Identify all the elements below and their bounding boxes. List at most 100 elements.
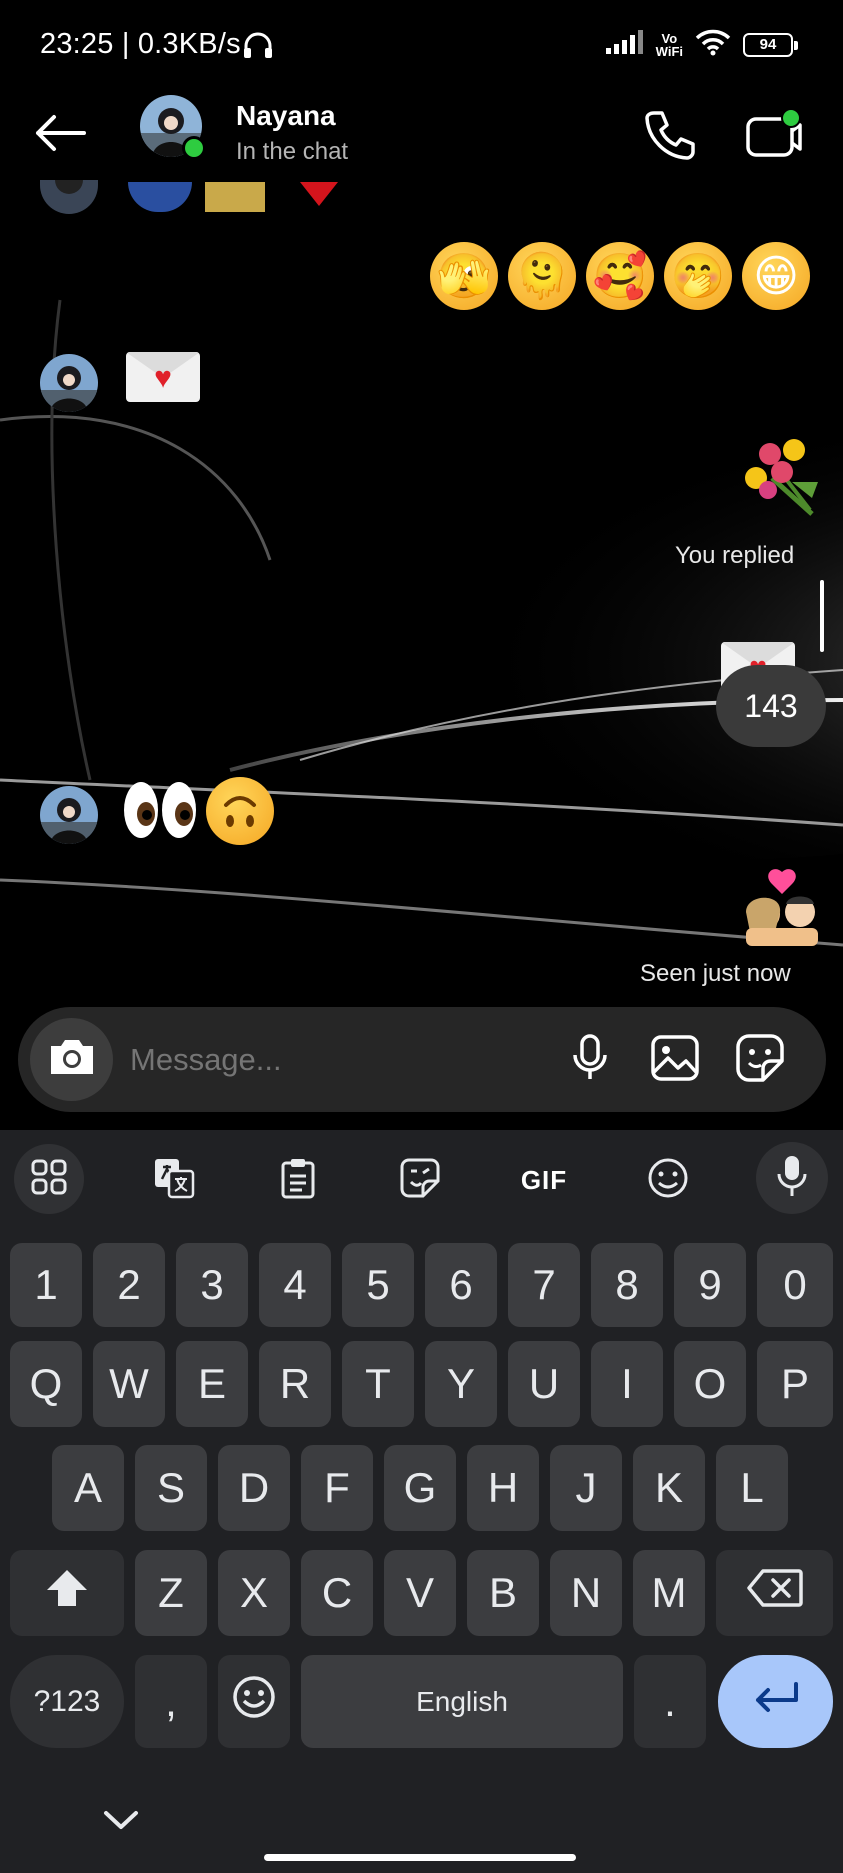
camera-button[interactable] bbox=[30, 1018, 113, 1101]
key-d[interactable]: D bbox=[218, 1445, 290, 1531]
key-5[interactable]: 5 bbox=[342, 1243, 414, 1327]
online-status-dot bbox=[182, 136, 206, 160]
backspace-icon bbox=[746, 1569, 803, 1617]
key-r[interactable]: R bbox=[259, 1341, 331, 1427]
key-z[interactable]: Z bbox=[135, 1550, 207, 1636]
key-b[interactable]: B bbox=[467, 1550, 539, 1636]
signal-icon bbox=[605, 30, 644, 59]
emoji-grinning: 😁 bbox=[742, 242, 810, 310]
emoji-key[interactable] bbox=[218, 1655, 290, 1748]
microphone-icon bbox=[776, 1154, 808, 1203]
key-n[interactable]: N bbox=[550, 1550, 622, 1636]
key-q[interactable]: Q bbox=[10, 1341, 82, 1427]
sent-kiss-message[interactable] bbox=[742, 868, 822, 946]
key-e[interactable]: E bbox=[176, 1341, 248, 1427]
space-key[interactable]: English bbox=[301, 1655, 623, 1748]
key-6[interactable]: 6 bbox=[425, 1243, 497, 1327]
hide-keyboard-button[interactable] bbox=[100, 1805, 142, 1835]
wifi-icon bbox=[695, 28, 731, 61]
key-s[interactable]: S bbox=[135, 1445, 207, 1531]
sticker-icon bbox=[735, 1033, 785, 1088]
enter-icon bbox=[752, 1678, 800, 1726]
status-bar: 23:25 | 0.3KB/s Vo WiFi 94 bbox=[0, 0, 843, 95]
voice-call-button[interactable] bbox=[640, 105, 700, 165]
key-k[interactable]: K bbox=[633, 1445, 705, 1531]
sticker-icon bbox=[399, 1157, 441, 1204]
enter-key[interactable] bbox=[718, 1655, 833, 1748]
key-c[interactable]: C bbox=[301, 1550, 373, 1636]
clipboard-button[interactable] bbox=[266, 1148, 330, 1212]
key-8[interactable]: 8 bbox=[591, 1243, 663, 1327]
emoji-smiling-hearts: 🥰 bbox=[586, 242, 654, 310]
emoji-face-peeking: 🫣 bbox=[430, 242, 498, 310]
key-7[interactable]: 7 bbox=[508, 1243, 580, 1327]
gif-button[interactable]: GIF bbox=[512, 1148, 576, 1212]
message-avatar bbox=[40, 786, 98, 844]
key-0[interactable]: 0 bbox=[757, 1243, 833, 1327]
gallery-button[interactable] bbox=[645, 1030, 705, 1090]
emoji-melting-face: 🫠 bbox=[508, 242, 576, 310]
cropped-emoji-scroll bbox=[205, 182, 265, 212]
grid-icon bbox=[31, 1159, 67, 1200]
emoji-eyes[interactable] bbox=[122, 778, 198, 842]
vowifi-icon: Vo WiFi bbox=[655, 30, 683, 59]
message-input[interactable] bbox=[130, 1040, 550, 1080]
video-call-button[interactable] bbox=[742, 105, 806, 165]
key-x[interactable]: X bbox=[218, 1550, 290, 1636]
key-a[interactable]: A bbox=[52, 1445, 124, 1531]
received-envelope-message[interactable]: ♥ bbox=[126, 352, 200, 402]
key-m[interactable]: M bbox=[633, 1550, 705, 1636]
back-arrow-icon bbox=[34, 113, 86, 158]
reply-label: You replied bbox=[675, 542, 795, 569]
key-u[interactable]: U bbox=[508, 1341, 580, 1427]
key-2[interactable]: 2 bbox=[93, 1243, 165, 1327]
translate-icon bbox=[153, 1157, 195, 1204]
phone-icon bbox=[640, 111, 700, 169]
emoji-button[interactable] bbox=[636, 1148, 700, 1212]
key-1[interactable]: 1 bbox=[10, 1243, 82, 1327]
period-key[interactable]: . bbox=[634, 1655, 706, 1748]
smiley-icon bbox=[647, 1157, 689, 1204]
gif-label: GIF bbox=[520, 1164, 568, 1195]
back-button[interactable] bbox=[30, 105, 90, 165]
symbols-key[interactable]: ?123 bbox=[10, 1655, 124, 1748]
shift-icon bbox=[45, 1568, 89, 1618]
shift-key[interactable] bbox=[10, 1550, 124, 1636]
key-l[interactable]: L bbox=[716, 1445, 788, 1531]
microphone-icon bbox=[570, 1033, 610, 1088]
sent-text-bubble[interactable]: 143 bbox=[716, 665, 826, 747]
heart-icon: ♥ bbox=[154, 361, 172, 395]
key-g[interactable]: G bbox=[384, 1445, 456, 1531]
key-p[interactable]: P bbox=[757, 1341, 833, 1427]
camera-icon bbox=[47, 1036, 97, 1083]
key-f[interactable]: F bbox=[301, 1445, 373, 1531]
headphones-icon bbox=[242, 30, 274, 65]
voice-typing-button[interactable] bbox=[756, 1142, 828, 1214]
key-4[interactable]: 4 bbox=[259, 1243, 331, 1327]
sticker-button[interactable] bbox=[730, 1030, 790, 1090]
voice-message-button[interactable] bbox=[560, 1030, 620, 1090]
keyboard-apps-button[interactable] bbox=[14, 1144, 84, 1214]
key-v[interactable]: V bbox=[384, 1550, 456, 1636]
key-o[interactable]: O bbox=[674, 1341, 746, 1427]
seen-label: Seen just now bbox=[640, 960, 791, 987]
image-icon bbox=[650, 1034, 700, 1087]
emoji-hand-over-mouth: 🤭 bbox=[664, 242, 732, 310]
key-w[interactable]: W bbox=[93, 1341, 165, 1427]
key-j[interactable]: J bbox=[550, 1445, 622, 1531]
emoji-upside-down-face[interactable] bbox=[206, 777, 274, 845]
comma-key[interactable]: , bbox=[135, 1655, 207, 1748]
sent-emoji-message[interactable]: 🫣 🫠 🥰 🤭 😁 bbox=[430, 242, 810, 310]
key-h[interactable]: H bbox=[467, 1445, 539, 1531]
contact-name[interactable]: Nayana bbox=[236, 100, 336, 132]
key-y[interactable]: Y bbox=[425, 1341, 497, 1427]
translate-button[interactable] bbox=[142, 1148, 206, 1212]
backspace-key[interactable] bbox=[716, 1550, 833, 1636]
key-3[interactable]: 3 bbox=[176, 1243, 248, 1327]
sent-bouquet-message[interactable] bbox=[742, 438, 822, 518]
key-t[interactable]: T bbox=[342, 1341, 414, 1427]
gesture-nav-bar[interactable] bbox=[264, 1854, 576, 1861]
keyboard-sticker-button[interactable] bbox=[388, 1148, 452, 1212]
key-i[interactable]: I bbox=[591, 1341, 663, 1427]
key-9[interactable]: 9 bbox=[674, 1243, 746, 1327]
